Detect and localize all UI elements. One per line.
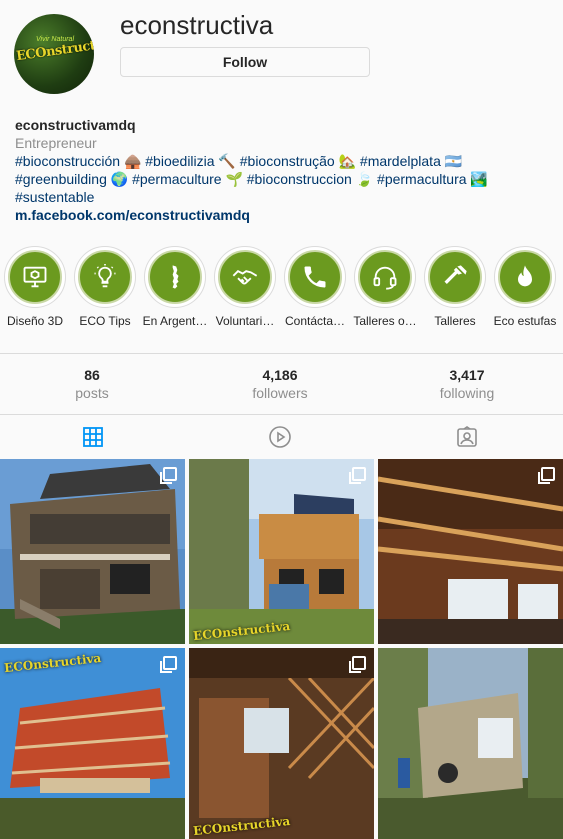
multi-photo-icon: [160, 467, 177, 484]
highlight-cover: [148, 250, 202, 304]
highlight-cover: [78, 250, 132, 304]
avatar[interactable]: Vivir Natural ECOnstructiva: [14, 14, 94, 94]
profile-bio: econstructivamdq Entrepreneur #bioconstr…: [15, 116, 555, 224]
argentina-map-icon: [172, 265, 179, 289]
highlight-cover: [218, 250, 272, 304]
highlight-voluntariado[interactable]: Voluntari…: [210, 246, 280, 328]
highlight-ring: [74, 246, 136, 308]
grid-icon: [83, 427, 103, 447]
highlight-cover: [428, 250, 482, 304]
highlight-label: Talleres: [434, 314, 476, 328]
highlight-label: Diseño 3D: [6, 314, 64, 328]
post-image-house-solar-panels: [189, 459, 374, 644]
bio-hashtags-line-3[interactable]: #sustentable: [15, 188, 555, 206]
highlight-ring: [214, 246, 276, 308]
highlight-en-argentina[interactable]: En Argent…: [140, 246, 210, 328]
website-link[interactable]: m.facebook.com/econstructivamdq: [15, 206, 555, 224]
post-thumbnail[interactable]: [0, 459, 185, 644]
posts-label: posts: [75, 385, 109, 401]
play-circle-icon: [269, 426, 291, 448]
post-thumbnail[interactable]: [378, 459, 563, 644]
post-thumbnail[interactable]: ECOnstructiva: [189, 459, 374, 644]
posts-count: 86 posts: [32, 367, 152, 401]
follow-button[interactable]: Follow: [120, 47, 370, 77]
followers-label: followers: [252, 385, 308, 401]
display-name: econstructivamdq: [15, 117, 136, 133]
highlight-eco-tips[interactable]: ECO Tips: [70, 246, 140, 328]
followers-count[interactable]: 4,186 followers: [220, 367, 340, 401]
highlight-talleres[interactable]: Talleres: [420, 246, 490, 328]
bio-hashtags-line-2[interactable]: #greenbuilding 🌍 #permaculture 🌱 #biocon…: [15, 170, 555, 188]
highlight-label: Eco estufas: [493, 314, 557, 328]
profile-header: Vivir Natural ECOnstructiva econstructiv…: [0, 0, 563, 110]
post-thumbnail[interactable]: ECOnstructiva: [0, 648, 185, 839]
highlight-contactanos[interactable]: Contácta…: [280, 246, 350, 328]
highlight-cover: [8, 250, 62, 304]
highlight-cover: [288, 250, 342, 304]
post-image-interior-beams: [378, 459, 563, 644]
handshake-icon: [232, 270, 258, 285]
lightbulb-icon: [94, 264, 116, 288]
multi-photo-icon: [160, 656, 177, 673]
tab-posts[interactable]: [81, 425, 105, 449]
phone-icon: [304, 266, 326, 288]
highlight-ring: [144, 246, 206, 308]
post-thumbnail[interactable]: [378, 648, 563, 839]
highlight-label: Talleres o…: [353, 314, 417, 328]
story-highlights: Diseño 3D ECO Tips En Argent… Voluntari……: [0, 246, 563, 336]
posts-number: 86: [84, 367, 100, 383]
profile-tabs: [0, 415, 563, 459]
flame-icon: [518, 265, 532, 287]
highlight-ring: [4, 246, 66, 308]
post-thumbnail[interactable]: ECOnstructiva: [189, 648, 374, 839]
post-image-wall-lattice: [189, 648, 374, 839]
post-image-workers-building: [378, 648, 563, 839]
highlight-label: En Argent…: [142, 314, 208, 328]
highlight-cover: [498, 250, 552, 304]
tab-igtv[interactable]: [268, 425, 292, 449]
following-label: following: [439, 385, 495, 401]
profile-stats: 86 posts 4,186 followers 3,417 following: [0, 355, 563, 415]
highlight-label: ECO Tips: [79, 314, 131, 328]
followers-number: 4,186: [262, 367, 298, 383]
highlight-ring: [354, 246, 416, 308]
divider: [0, 353, 563, 354]
highlight-diseno-3d[interactable]: Diseño 3D: [0, 246, 70, 328]
highlight-cover: [358, 250, 412, 304]
multi-photo-icon: [349, 656, 366, 673]
bio-hashtags-line-1[interactable]: #bioconstrucción 🛖 #bioedilizia 🔨 #bioco…: [15, 152, 555, 170]
highlight-ring: [494, 246, 556, 308]
highlight-eco-estufas[interactable]: Eco estufas: [490, 246, 560, 328]
highlight-label: Voluntari…: [215, 314, 275, 328]
following-count[interactable]: 3,417 following: [407, 367, 527, 401]
cube-monitor-icon: [23, 266, 47, 288]
highlight-talleres-online[interactable]: Talleres o…: [350, 246, 420, 328]
posts-grid: ECOnstructiva ECOnstructiva ECOnstructiv…: [0, 459, 563, 839]
highlight-label: Contácta…: [284, 314, 346, 328]
profile-username: econstructiva: [120, 10, 274, 40]
post-image-house-frame: [0, 648, 185, 839]
highlight-ring: [424, 246, 486, 308]
instagram-profile-page: Vivir Natural ECOnstructiva econstructiv…: [0, 0, 563, 839]
post-image-house-construction: [0, 459, 185, 644]
tagged-icon: [457, 426, 477, 447]
highlight-ring: [284, 246, 346, 308]
multi-photo-icon: [538, 467, 555, 484]
multi-photo-icon: [349, 467, 366, 484]
headset-icon: [373, 266, 397, 290]
following-number: 3,417: [449, 367, 485, 383]
tab-tagged[interactable]: [455, 425, 479, 449]
hammer-icon: [444, 265, 467, 284]
category-label: Entrepreneur: [15, 135, 97, 151]
